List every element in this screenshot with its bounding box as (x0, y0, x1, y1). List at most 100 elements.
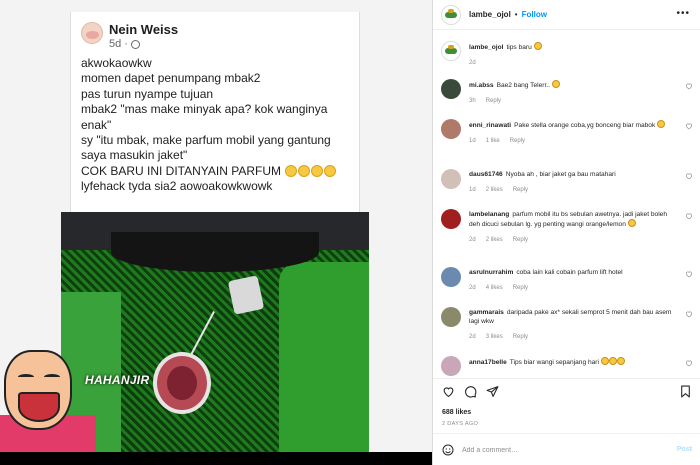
comment-time: 2d (469, 285, 476, 291)
post-line-emoji-row: COK BARU INI DITANYAIN PARFUM (81, 164, 356, 179)
commenter-avatar[interactable] (441, 79, 461, 99)
comment-username[interactable]: mi.abss (469, 82, 494, 89)
heart-icon[interactable] (685, 122, 693, 130)
comment-body: enni_rinawati Pake stella orange coba,yg … (469, 120, 677, 146)
caption-text: tips baru (506, 44, 532, 51)
comment-meta: 1d 2 likes Reply (469, 186, 677, 195)
post-media[interactable]: Nein Weiss 5d · akwokaowkw momen dapet p… (0, 0, 432, 465)
reply-button[interactable]: Reply (486, 97, 501, 106)
jacket-collar (111, 232, 319, 272)
heart-icon[interactable] (685, 212, 693, 220)
comment-meta: 2d 3 likes Reply (469, 333, 677, 342)
comment-username[interactable]: anna17belle (469, 359, 507, 366)
post-comment-button[interactable]: Post (677, 446, 692, 453)
commenter-avatar[interactable] (441, 356, 461, 376)
heart-icon[interactable] (685, 270, 693, 278)
commenter-avatar[interactable] (441, 169, 461, 189)
laughing-emoji-icon (298, 164, 311, 177)
comment-likes[interactable]: 3 likes (486, 333, 503, 342)
grinning-emoji-icon (608, 357, 617, 365)
post-line: mbak2 "mas make minyak apa? kok wanginya… (81, 102, 328, 132)
grinning-emoji-icon (627, 219, 636, 227)
reply-button[interactable]: Reply (510, 137, 525, 146)
heart-icon[interactable] (685, 172, 693, 180)
comment-input[interactable] (462, 442, 662, 458)
jacket-panel-right (279, 262, 369, 452)
comment-likes[interactable]: 4 likes (486, 284, 503, 293)
post-time-text: 5d · (109, 38, 128, 50)
bookmark-icon[interactable] (679, 385, 692, 398)
account-avatar[interactable] (441, 41, 461, 61)
grinning-emoji-icon (616, 357, 625, 365)
meme-eye (44, 374, 60, 380)
comment-text: Nyoba ah , biar jaket ga bau matahari (505, 171, 616, 178)
post-header: lambe_ojol • Follow ••• (433, 0, 700, 30)
reply-button[interactable]: Reply (513, 333, 528, 342)
laughing-meme-face (4, 350, 72, 430)
comment-username[interactable]: enni_rinawati (469, 122, 511, 129)
comment-body: lambelanang parfum mobil itu bs sebulan a… (469, 210, 677, 245)
separator-dot: • (514, 10, 518, 19)
comment-username[interactable]: asrulnurrahim (469, 269, 513, 276)
post-line: akwokaowkw (81, 56, 152, 70)
author-name: Nein Weiss (109, 22, 179, 37)
comment-meta: 2d 2 likes Reply (469, 236, 677, 245)
caption-username[interactable]: lambe_ojol (469, 44, 503, 51)
post-time: 5d · (109, 38, 140, 50)
comment-likes[interactable]: 1 like (486, 137, 500, 146)
commenter-avatar[interactable] (441, 307, 461, 327)
comment-text: Tips biar wangi sepanjang hari (509, 359, 599, 366)
comment-icon[interactable] (464, 385, 477, 398)
post-line: lyfehack tyda sia2 aowoakowkwowk (81, 179, 273, 194)
jacket-photo (61, 212, 369, 452)
commenter-avatar[interactable] (441, 209, 461, 229)
reply-button[interactable]: Reply (513, 284, 528, 293)
follow-button[interactable]: Follow (522, 10, 547, 19)
comment-username[interactable]: lambelanang (469, 211, 509, 218)
author-avatar (81, 22, 103, 44)
laughing-emoji-icon (285, 164, 298, 177)
comment-username[interactable]: gammarais (469, 309, 504, 316)
comment-username[interactable]: daus61746 (469, 171, 503, 178)
comment-time: 1d (469, 138, 476, 144)
globe-icon (130, 39, 140, 49)
post-sidebar: lambe_ojol • Follow ••• lambe_ojol tips b… (432, 0, 700, 465)
share-icon[interactable] (486, 385, 499, 398)
comment-text: Pake stella orange coba,yg bonceng biar … (514, 122, 656, 129)
account-avatar[interactable] (441, 4, 461, 25)
reply-button[interactable]: Reply (513, 186, 528, 195)
comments-list[interactable]: lambe_ojol tips baru 2d mi.abss Bae2 bang … (433, 31, 700, 378)
grinning-emoji-icon (551, 80, 560, 88)
comment-likes[interactable]: 2 likes (486, 186, 503, 195)
post-line: pas turun nyampe tujuan (81, 86, 214, 101)
post-text: akwokaowkw momen dapet penumpang mbak2 p… (81, 56, 356, 195)
caption-body: lambe_ojol tips baru 2d (469, 42, 677, 68)
comment-body: asrulnurrahim coba lain kali cobain parfu… (469, 268, 677, 293)
heart-icon[interactable] (685, 310, 693, 318)
smile-icon[interactable] (442, 444, 454, 456)
add-comment-bar: Post (433, 433, 700, 465)
comment-body: anna17belle Tips biar wangi sepanjang har… (469, 357, 677, 367)
heart-icon[interactable] (685, 359, 693, 367)
comment-likes[interactable]: 2 likes (486, 236, 503, 245)
meme-image: Nein Weiss 5d · akwokaowkw momen dapet p… (0, 0, 432, 452)
heart-icon[interactable] (685, 82, 693, 90)
commenter-avatar[interactable] (441, 267, 461, 287)
grinning-emoji-icon (657, 120, 666, 128)
meme-caption: HAHANJIR (85, 373, 150, 387)
comment-time: 2d (469, 237, 476, 243)
likes-count[interactable]: 688 likes (442, 409, 471, 416)
laughing-emoji-icon (324, 164, 337, 177)
post-date: 2 DAYS AGO (442, 421, 479, 427)
grinning-emoji-icon (533, 42, 542, 50)
laughing-emoji-icon (311, 164, 324, 177)
air-freshener (153, 352, 211, 414)
heart-icon[interactable] (442, 385, 455, 398)
caption-time: 2d (469, 60, 476, 66)
commenter-avatar[interactable] (441, 119, 461, 139)
account-username[interactable]: lambe_ojol (469, 10, 511, 19)
instagram-post-view: Nein Weiss 5d · akwokaowkw momen dapet p… (0, 0, 700, 465)
reply-button[interactable]: Reply (513, 236, 528, 245)
comment-body: daus61746 Nyoba ah , biar jaket ga bau ma… (469, 170, 677, 195)
more-icon[interactable]: ••• (676, 9, 690, 19)
